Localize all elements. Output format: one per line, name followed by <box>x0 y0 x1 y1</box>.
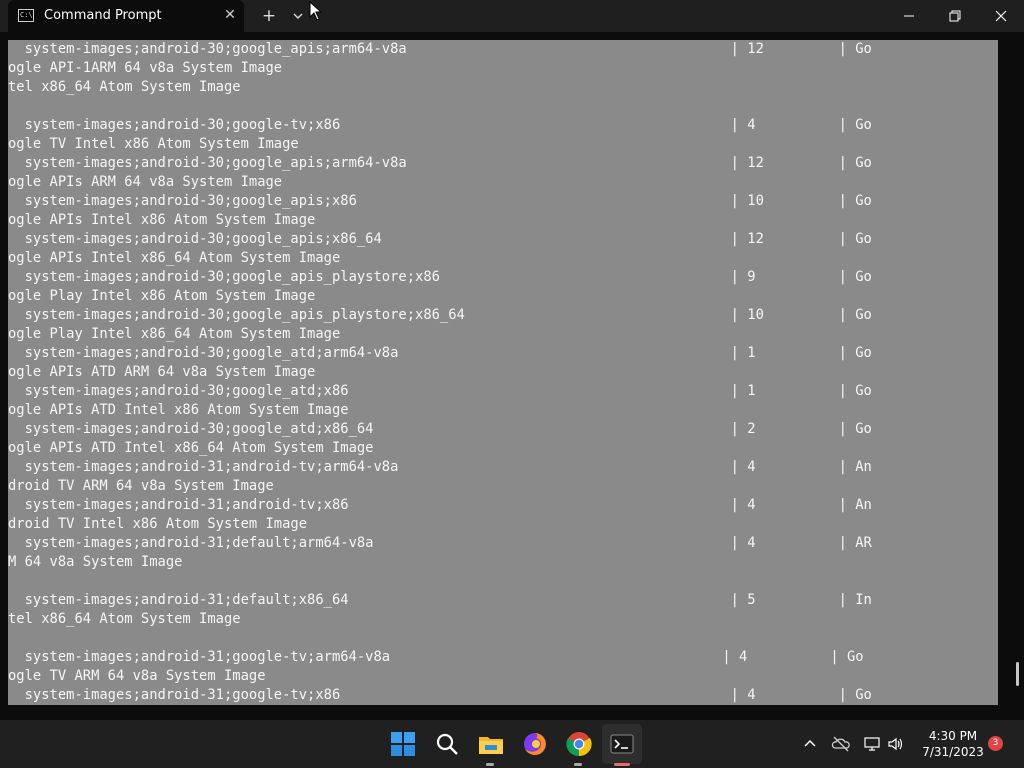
terminal-line: system-images;android-31;default;arm64-v… <box>8 535 872 551</box>
chrome-icon[interactable] <box>563 728 595 760</box>
terminal-line: tel x86_64 Atom System Image <box>8 611 241 627</box>
terminal-line: ogle TV ARM 64 v8a System Image <box>8 668 266 684</box>
firefox-icon[interactable] <box>519 728 551 760</box>
minimize-button[interactable] <box>886 0 932 32</box>
terminal-line: system-images;android-30;google_apis;arm… <box>8 155 872 171</box>
terminal-line: system-images;android-30;google_apis_pla… <box>8 307 872 323</box>
terminal-line: ogle APIs ATD Intel x86_64 Atom System I… <box>8 440 374 456</box>
terminal-line: droid TV ARM 64 v8a System Image <box>8 478 274 494</box>
tab-close-icon[interactable]: ✕ <box>222 6 238 24</box>
terminal-output[interactable]: system-images;android-30;google_apis;arm… <box>0 32 1024 711</box>
file-explorer-indicator <box>486 763 494 766</box>
terminal-line: system-images;android-30;google_atd;x86 … <box>8 383 872 399</box>
terminal-line: system-images;android-30;google_apis;x86… <box>8 231 872 247</box>
terminal-line: system-images;android-30;google_apis;x86… <box>8 193 872 209</box>
chevron-up-icon[interactable] <box>800 734 820 754</box>
chrome-indicator <box>574 763 582 766</box>
terminal-line: system-images;android-30;google_apis_pla… <box>8 269 872 285</box>
terminal-line: system-images;android-31;android-tv;x86 … <box>8 497 872 513</box>
search-icon[interactable] <box>431 728 463 760</box>
restore-button[interactable] <box>932 0 978 32</box>
tab-title: Command Prompt <box>44 8 162 23</box>
file-explorer-icon[interactable] <box>475 728 507 760</box>
scrollbar-thumb[interactable] <box>1016 662 1019 686</box>
terminal-line: system-images;android-31;google-tv;arm64… <box>8 649 864 665</box>
terminal-line: system-images;android-30;google_atd;arm6… <box>8 345 872 361</box>
clock-time: 4:30 PM <box>928 729 978 743</box>
terminal-line: system-images;android-31;default;x86_64 … <box>8 592 872 608</box>
terminal-line: ogle API-1ARM 64 v8a System Image <box>8 60 283 76</box>
terminal-icon[interactable] <box>602 724 642 764</box>
volume-icon[interactable] <box>886 734 906 754</box>
terminal-line: ogle APIs Intel x86_64 Atom System Image <box>8 250 341 266</box>
network-icon[interactable] <box>862 734 882 754</box>
chevron-down-icon[interactable] <box>290 8 306 24</box>
terminal-line: system-images;android-30;google_atd;x86_… <box>8 421 872 437</box>
terminal-line: ogle Play Intel x86_64 Atom System Image <box>8 326 341 342</box>
terminal-line: droid TV Intel x86 Atom System Image <box>8 516 308 532</box>
start-icon[interactable] <box>387 728 419 760</box>
terminal-line: system-images;android-30;google-tv;x86 |… <box>8 117 872 133</box>
mouse-cursor-icon <box>309 0 323 21</box>
terminal-line: ogle APIs ATD Intel x86 Atom System Imag… <box>8 402 349 418</box>
terminal-line: M 64 v8a System Image <box>8 554 183 570</box>
tab-command-prompt[interactable]: C:\ Command Prompt ✕ <box>8 0 244 32</box>
terminal-line: system-images;android-30;google_apis;arm… <box>8 41 872 57</box>
terminal-line: tel x86_64 Atom System Image <box>8 79 241 95</box>
terminal-line: ogle APIs ARM 64 v8a System Image <box>8 174 283 190</box>
new-tab-button[interactable]: + <box>258 5 280 27</box>
terminal-line: system-images;android-31;android-tv;arm6… <box>8 459 872 475</box>
terminal-line: ogle APIs ATD ARM 64 v8a System Image <box>8 364 316 380</box>
clock-date: 7/31/2023 <box>922 745 984 759</box>
title-bar: C:\ Command Prompt ✕ + <box>0 0 1024 32</box>
command-prompt-icon: C:\ <box>18 9 34 22</box>
close-window-button[interactable] <box>978 0 1024 32</box>
taskbar: 4:30 PM 7/31/2023 <box>0 720 1024 768</box>
terminal-line: ogle TV Intel x86 Atom System Image <box>8 136 299 152</box>
system-clock[interactable]: 4:30 PM 7/31/2023 <box>920 728 986 760</box>
terminal-active-indicator <box>614 763 630 766</box>
terminal-line: system-images;android-31;google-tv;x86 |… <box>8 687 872 703</box>
onedrive-icon[interactable] <box>831 734 851 754</box>
terminal-lines: system-images;android-30;google_apis;arm… <box>8 40 998 705</box>
notification-badge[interactable]: 3 <box>988 736 1003 751</box>
terminal-line: ogle Play Intel x86 Atom System Image <box>8 288 316 304</box>
terminal-line: ogle APIs Intel x86 Atom System Image <box>8 212 316 228</box>
